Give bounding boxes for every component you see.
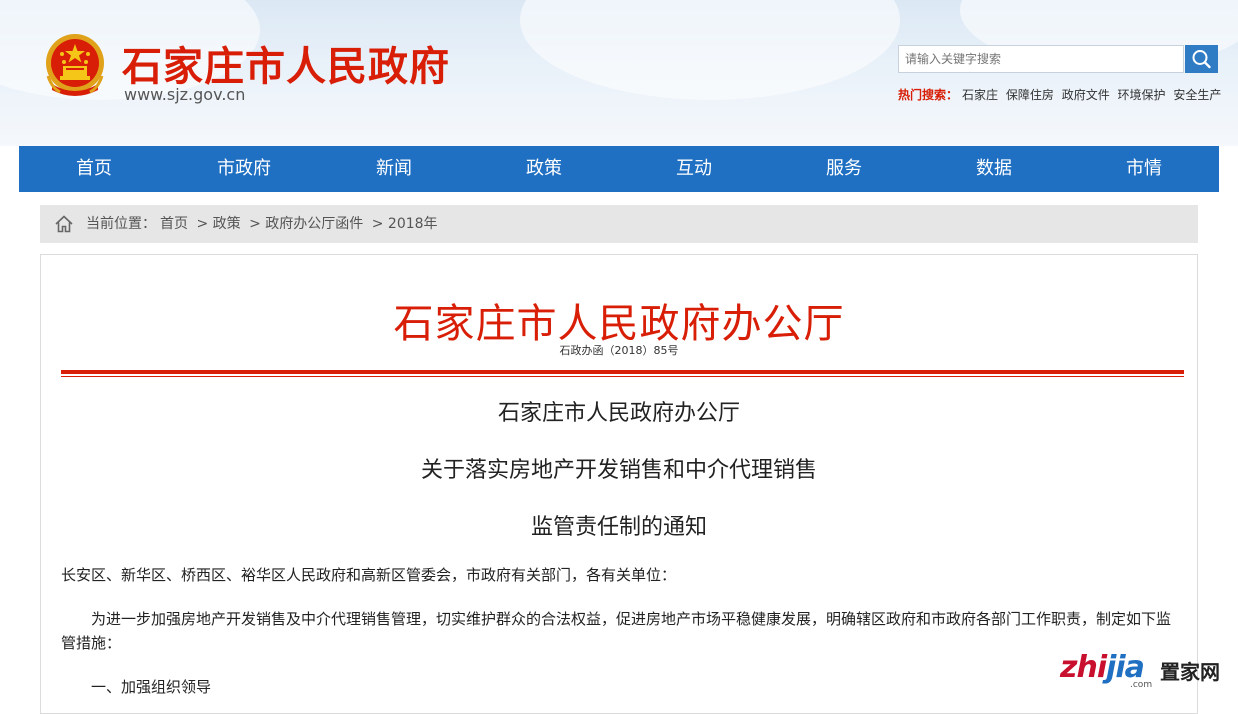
breadcrumb-trail: 当前位置： 首页 > 政策 > 政府办公厅函件 > 2018年 bbox=[86, 205, 442, 243]
nav-item-policy[interactable]: 政策 bbox=[469, 146, 619, 192]
red-divider-thin bbox=[61, 376, 1184, 377]
nav-item-interaction[interactable]: 互动 bbox=[619, 146, 769, 192]
watermark-brand-part: zhi bbox=[1060, 650, 1107, 685]
document-issuer-heading: 石家庄市人民政府办公厅 bbox=[393, 301, 845, 347]
article-panel: 石家庄市人民政府办公厅 石政办函（2018）85号 石家庄市人民政府办公厅 关于… bbox=[40, 254, 1198, 714]
breadcrumb-link[interactable]: 首页 bbox=[160, 216, 188, 232]
red-divider bbox=[61, 370, 1184, 374]
nav-item-services[interactable]: 服务 bbox=[769, 146, 919, 192]
article-title-line-2: 关于落实房地产开发销售和中介代理销售 bbox=[420, 458, 817, 483]
nav-item-news[interactable]: 新闻 bbox=[319, 146, 469, 192]
search-button[interactable] bbox=[1185, 45, 1218, 73]
breadcrumb-link[interactable]: > 政府办公厅函件 bbox=[249, 216, 363, 232]
document-number: 石政办函（2018）85号 bbox=[559, 344, 679, 357]
article-addressee: 长安区、新华区、桥西区、裕华区人民政府和高新区管委会，市政府有关部门，各有关单位… bbox=[61, 566, 677, 584]
watermark-com: .com bbox=[1130, 680, 1153, 690]
article-intro: 为进一步加强房地产开发销售及中介代理销售管理，切实维护群众的合法权益，促进房地产… bbox=[61, 610, 1172, 652]
search-icon bbox=[1192, 50, 1211, 69]
breadcrumb-link[interactable]: > 2018年 bbox=[372, 216, 438, 232]
breadcrumb-link[interactable]: > 政策 bbox=[196, 216, 240, 232]
breadcrumb-prefix: 当前位置： bbox=[86, 216, 156, 232]
watermark-logo: zhijia 置家网 .com bbox=[1060, 650, 1230, 690]
site-url[interactable]: www.sjz.gov.cn bbox=[124, 85, 245, 104]
cloud-decoration bbox=[520, 0, 900, 100]
nav-item-city-info[interactable]: 市情 bbox=[1069, 146, 1219, 192]
hot-search-item[interactable]: 安全生产 bbox=[1173, 88, 1221, 102]
hot-search-item[interactable]: 政府文件 bbox=[1062, 88, 1110, 102]
hot-search-label: 热门搜索： bbox=[898, 88, 959, 102]
hot-search: 热门搜索： 石家庄 保障住房 政府文件 环境保护 安全生产 bbox=[898, 86, 1221, 103]
article-title-line-3: 监管责任制的通知 bbox=[530, 515, 707, 540]
article-title-line-1: 石家庄市人民政府办公厅 bbox=[497, 401, 740, 426]
site-header: 石家庄市人民政府 www.sjz.gov.cn 热门搜索：石家庄 保障住房 政府… bbox=[0, 0, 1238, 146]
search-input[interactable] bbox=[898, 45, 1184, 73]
site-title[interactable]: 石家庄市人民政府 bbox=[122, 34, 450, 92]
main-nav: 首页 市政府 新闻 政策 互动 服务 数据 市情 bbox=[19, 146, 1219, 192]
hot-search-item[interactable]: 环境保护 bbox=[1118, 88, 1166, 102]
home-icon bbox=[55, 215, 73, 233]
hot-search-item[interactable]: 保障住房 bbox=[1006, 88, 1054, 102]
hot-search-item[interactable]: 石家庄 bbox=[962, 88, 998, 102]
breadcrumb: 当前位置： 首页 > 政策 > 政府办公厅函件 > 2018年 bbox=[40, 205, 1198, 243]
nav-item-government[interactable]: 市政府 bbox=[169, 146, 319, 192]
watermark-cn: 置家网 bbox=[1160, 660, 1220, 684]
nav-item-data[interactable]: 数据 bbox=[919, 146, 1069, 192]
national-emblem-icon bbox=[46, 34, 104, 96]
nav-item-home[interactable]: 首页 bbox=[19, 146, 169, 192]
article-section-heading: 一、加强组织领导 bbox=[91, 678, 212, 696]
